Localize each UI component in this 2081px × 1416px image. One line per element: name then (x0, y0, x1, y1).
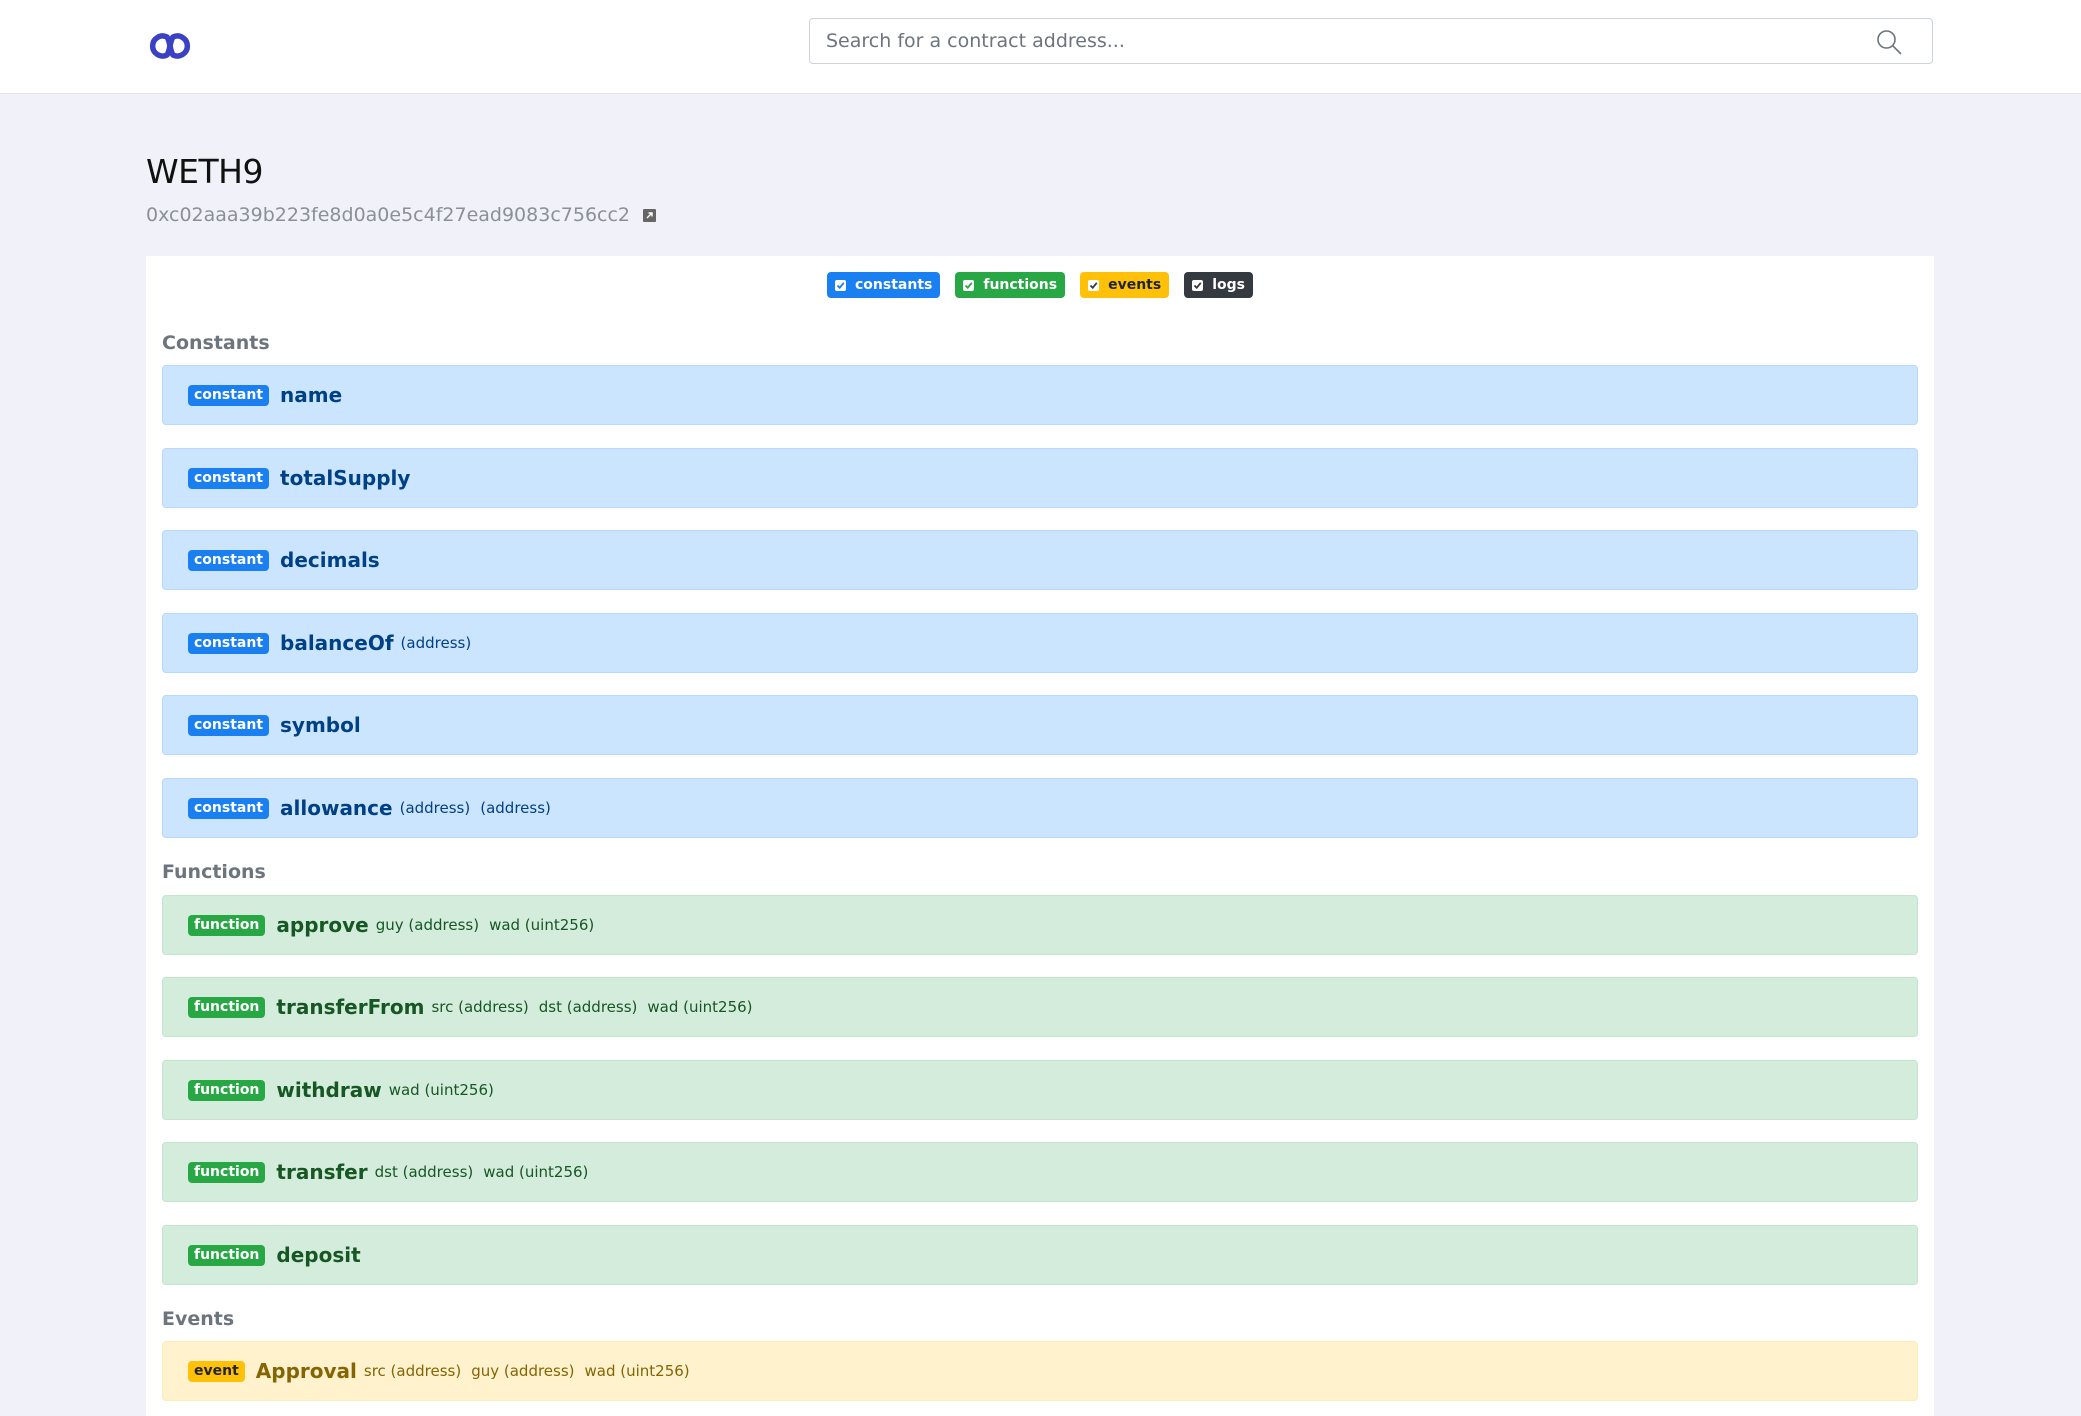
section-title-constants: Constants (162, 332, 270, 354)
item-params: wad (uint256) (389, 1081, 494, 1099)
search-box[interactable] (809, 18, 1933, 64)
external-link-icon[interactable] (643, 208, 657, 222)
constant-badge: constant (188, 384, 270, 406)
item-name: deposit (276, 1243, 361, 1267)
param: wad (uint256) (647, 998, 753, 1016)
contract-address: 0xc02aaa39b223fe8d0a0e5c4f27ead9083c756c… (146, 204, 631, 226)
constant-item-balanceof[interactable]: constant balanceOf (address) (162, 613, 1918, 673)
function-item-withdraw[interactable]: function withdraw wad (uint256) (162, 1060, 1918, 1120)
item-name: allowance (280, 796, 393, 820)
filter-functions[interactable]: functions (955, 272, 1066, 298)
param: wad (uint256) (584, 1362, 690, 1380)
function-item-transfer[interactable]: function transfer dst (address) wad (uin… (162, 1142, 1918, 1202)
param: (address) (400, 634, 472, 652)
item-name: name (280, 383, 343, 407)
param: guy (address) (375, 916, 480, 934)
checkbox-icon[interactable] (963, 279, 975, 291)
contract-address-row: 0xc02aaa39b223fe8d0a0e5c4f27ead9083c756c… (146, 204, 657, 226)
item-params: (address) (address) (400, 799, 551, 817)
function-item-deposit[interactable]: function deposit (162, 1225, 1918, 1285)
function-item-transferfrom[interactable]: function transferFrom src (address) dst … (162, 977, 1918, 1037)
filter-events[interactable]: events (1080, 272, 1170, 298)
item-name: Approval (255, 1359, 357, 1383)
navbar (0, 0, 2081, 94)
item-name: withdraw (276, 1078, 382, 1102)
param: wad (uint256) (483, 1163, 589, 1181)
filter-label: constants (855, 277, 933, 293)
item-params: dst (address) wad (uint256) (375, 1163, 589, 1181)
constant-item-symbol[interactable]: constant symbol (162, 695, 1918, 755)
constant-badge: constant (188, 632, 270, 654)
constant-badge: constant (188, 797, 270, 819)
section-title-events: Events (162, 1308, 235, 1330)
item-params: src (address) dst (address) wad (uint256… (431, 998, 752, 1016)
item-name: transfer (276, 1160, 368, 1184)
checkbox-icon[interactable] (1192, 279, 1204, 291)
filter-constants[interactable]: constants (827, 272, 941, 298)
constant-item-allowance[interactable]: constant allowance (address) (address) (162, 778, 1918, 838)
section-title-functions: Functions (162, 861, 266, 883)
event-badge: event (188, 1360, 245, 1382)
contract-panel: constants functions events logs Constant… (146, 256, 1934, 1416)
function-badge: function (188, 1079, 266, 1101)
param: src (address) (363, 1362, 462, 1380)
filter-bar: constants functions events logs (146, 272, 1934, 298)
function-badge: function (188, 914, 266, 936)
param: dst (address) (538, 998, 638, 1016)
item-params: (address) (401, 634, 472, 652)
search-icon[interactable] (1876, 29, 1902, 55)
filter-logs[interactable]: logs (1184, 272, 1253, 298)
event-item-approval[interactable]: event Approval src (address) guy (addres… (162, 1341, 1918, 1401)
function-badge: function (188, 1244, 266, 1266)
param: dst (address) (374, 1163, 474, 1181)
param: wad (uint256) (489, 916, 595, 934)
filter-label: events (1108, 277, 1162, 293)
constant-item-totalsupply[interactable]: constant totalSupply (162, 448, 1918, 508)
function-badge: function (188, 1161, 266, 1183)
item-name: balanceOf (280, 631, 394, 655)
constant-badge: constant (188, 549, 270, 571)
filter-label: logs (1212, 277, 1245, 293)
constant-badge: constant (188, 714, 270, 736)
item-name: approve (276, 913, 369, 937)
item-name: decimals (280, 548, 380, 572)
search-input[interactable] (810, 19, 1870, 63)
filter-label: functions (983, 277, 1058, 293)
param: wad (uint256) (388, 1081, 494, 1099)
param: (address) (399, 799, 471, 817)
contract-title: WETH9 (146, 152, 263, 191)
param: src (address) (431, 998, 529, 1016)
item-name: symbol (280, 713, 361, 737)
param: (address) (480, 799, 551, 817)
param: guy (address) (471, 1362, 575, 1380)
item-params: src (address) guy (address) wad (uint256… (364, 1362, 690, 1380)
function-badge: function (188, 996, 266, 1018)
checkbox-icon[interactable] (1088, 279, 1100, 291)
constant-badge: constant (188, 467, 270, 489)
constant-item-decimals[interactable]: constant decimals (162, 530, 1918, 590)
function-item-approve[interactable]: function approve guy (address) wad (uint… (162, 895, 1918, 955)
item-params: guy (address) wad (uint256) (376, 916, 594, 934)
item-name: transferFrom (276, 995, 425, 1019)
checkbox-icon[interactable] (835, 279, 846, 291)
constant-item-name[interactable]: constant name (162, 365, 1918, 425)
logo-icon[interactable] (145, 29, 195, 63)
item-name: totalSupply (280, 466, 411, 490)
